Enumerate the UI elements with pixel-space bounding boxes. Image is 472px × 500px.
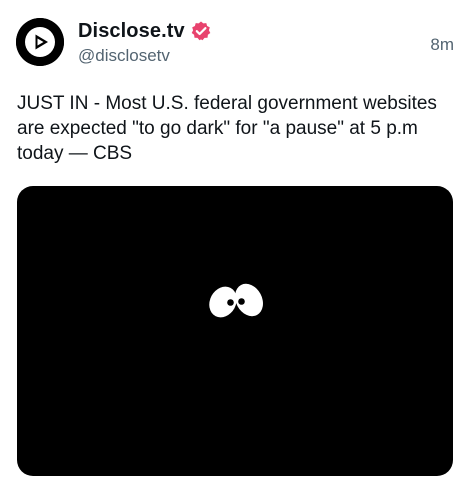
author-handle[interactable]: @disclosetv — [78, 46, 170, 66]
bottom-edge — [0, 486, 472, 500]
play-logo-icon — [16, 18, 64, 66]
author-name-row: Disclose.tv — [78, 18, 212, 44]
verified-badge-icon — [190, 20, 212, 42]
post-timestamp[interactable]: 8m — [430, 35, 454, 55]
avatar[interactable] — [16, 18, 64, 66]
post-media[interactable] — [17, 186, 453, 476]
peeking-eyes-icon — [206, 275, 268, 325]
post-card[interactable]: Disclose.tv @disclosetv 8m JUST IN - Mos… — [0, 0, 472, 500]
author-display-name[interactable]: Disclose.tv — [78, 20, 185, 43]
post-text: JUST IN - Most U.S. federal government w… — [17, 93, 437, 164]
